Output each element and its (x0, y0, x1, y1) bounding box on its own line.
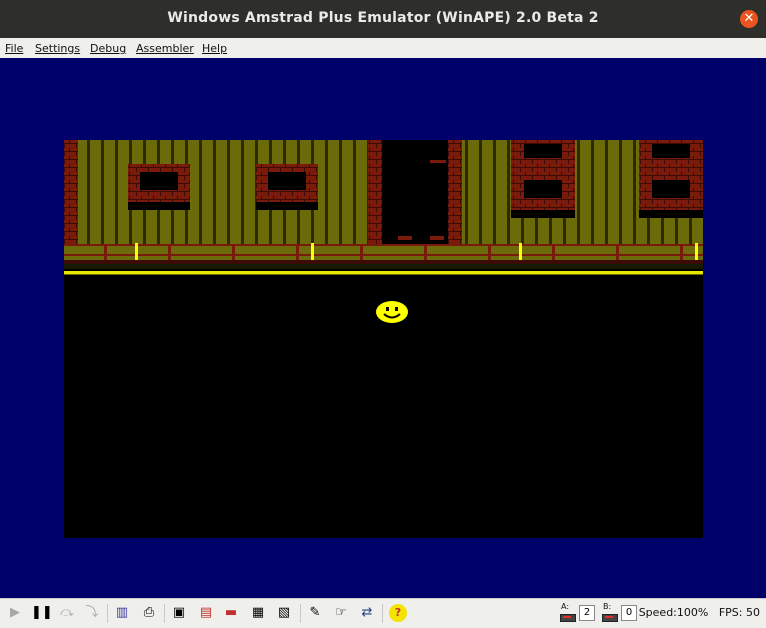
emulator-window: Windows Amstrad Plus Emulator (WinAPE) 2… (0, 0, 766, 628)
joystick-icon[interactable]: ✎ (306, 604, 324, 622)
toolbar-separator (164, 604, 165, 623)
fps-value: FPS: 50 (718, 606, 760, 619)
toolbar-separator (382, 604, 383, 623)
menu-bar: File Settings Debug Assembler Help (0, 38, 766, 58)
disk-drive-icon (602, 614, 618, 622)
speed-readout: Speed:100% FPS: 50 (639, 606, 760, 619)
tape-icon[interactable]: ▬ (222, 604, 240, 622)
kerb-stripe (64, 271, 703, 274)
menu-settings[interactable]: Settings (35, 42, 80, 55)
window-ledge-3 (511, 210, 575, 218)
railing-top (64, 244, 703, 246)
window-1 (140, 172, 178, 190)
window-title: Windows Amstrad Plus Emulator (WinAPE) 2… (167, 10, 599, 26)
hand-pointer-icon[interactable]: ☞ (332, 604, 350, 622)
kerb-dash (64, 274, 703, 275)
window-ledge-2 (256, 202, 318, 210)
step-over-icon[interactable]: ⤵ (83, 604, 101, 622)
window-3a (524, 144, 562, 158)
lamp-post-1 (135, 243, 138, 260)
window-ledge-4 (639, 210, 703, 218)
speed-value: Speed:100% (638, 606, 709, 619)
help-icon[interactable]: ? (389, 604, 407, 622)
snapshot2-icon[interactable]: ▧ (275, 604, 293, 622)
toolbar-separator (107, 604, 108, 623)
left-building-edge (64, 140, 78, 246)
rubble-3 (430, 160, 446, 163)
disk-drive-icon (560, 614, 576, 622)
printer-icon[interactable]: ⎙ (140, 604, 158, 622)
rubble-4 (430, 236, 444, 240)
emulator-display[interactable] (64, 140, 703, 538)
railing-bottom (64, 260, 703, 264)
drive-b-count: 0 (621, 605, 637, 621)
bookshelf-icon[interactable]: ▥ (113, 604, 131, 622)
left-building (64, 140, 382, 246)
lamp-post-3 (519, 243, 522, 260)
menu-debug[interactable]: Debug (90, 42, 126, 55)
close-icon[interactable]: ✕ (740, 10, 758, 28)
menu-assembler[interactable]: Assembler (136, 42, 194, 55)
floppy-icon[interactable]: ▤ (197, 604, 215, 622)
save-icon[interactable]: ▣ (170, 604, 188, 622)
window-4a (652, 144, 690, 158)
player-smiley (376, 301, 408, 323)
window-2 (268, 172, 306, 190)
pause-icon[interactable]: ❚❚ (31, 604, 53, 622)
network-icon[interactable]: ⇄ (358, 604, 376, 622)
title-bar: Windows Amstrad Plus Emulator (WinAPE) 2… (0, 0, 766, 38)
window-ledge-1 (128, 202, 190, 210)
window-4b (652, 180, 690, 198)
drive-a-count: 2 (579, 605, 595, 621)
window-3b (524, 180, 562, 198)
rubble-2 (398, 236, 412, 240)
toolbar-separator (300, 604, 301, 623)
menu-file[interactable]: File (5, 42, 23, 55)
step-icon[interactable]: ⤼ (58, 604, 76, 622)
game-scene (64, 140, 703, 323)
lamp-post-4 (695, 243, 698, 260)
kerb (64, 264, 703, 269)
rubble-1 (382, 228, 400, 246)
menu-help[interactable]: Help (202, 42, 227, 55)
snapshot-icon[interactable]: ▦ (249, 604, 267, 622)
drive-b-label: B: (603, 602, 612, 611)
lamp-post-2 (311, 243, 314, 260)
status-bar: ▶ ❚❚ ⤼ ⤵ ▥ ⎙ ▣ ▤ ▬ ▦ ▧ ✎ ☞ ⇄ ? A: 2 B: 0… (0, 598, 766, 628)
emulator-screen-border (0, 58, 766, 598)
play-icon[interactable]: ▶ (6, 604, 24, 622)
drive-a-label: A: (561, 602, 570, 611)
left-building-edge-right (368, 140, 382, 246)
right-building-edge (448, 140, 462, 246)
